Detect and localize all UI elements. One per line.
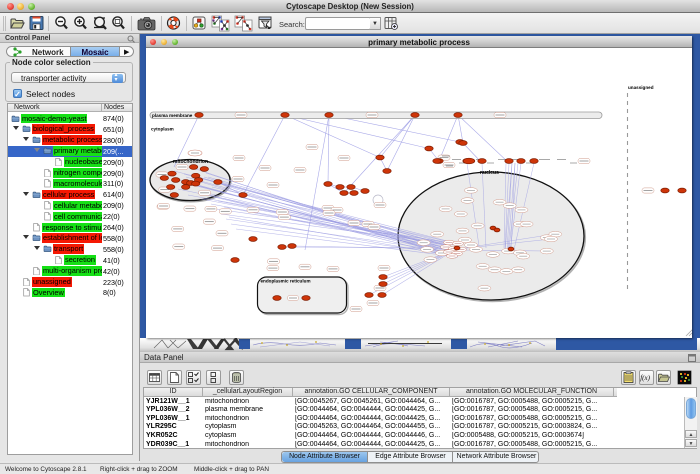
svg-text:endoplasmic reticulum: endoplasmic reticulum xyxy=(261,279,311,284)
svg-text:unassigned: unassigned xyxy=(628,85,654,90)
svg-text:mitochondrion: mitochondrion xyxy=(173,159,208,165)
svg-text:plasma membrane: plasma membrane xyxy=(152,113,193,118)
svg-text:nucleus: nucleus xyxy=(480,170,499,176)
svg-text:f(x): f(x) xyxy=(640,374,650,382)
svg-text:cytoplasm: cytoplasm xyxy=(151,127,174,132)
